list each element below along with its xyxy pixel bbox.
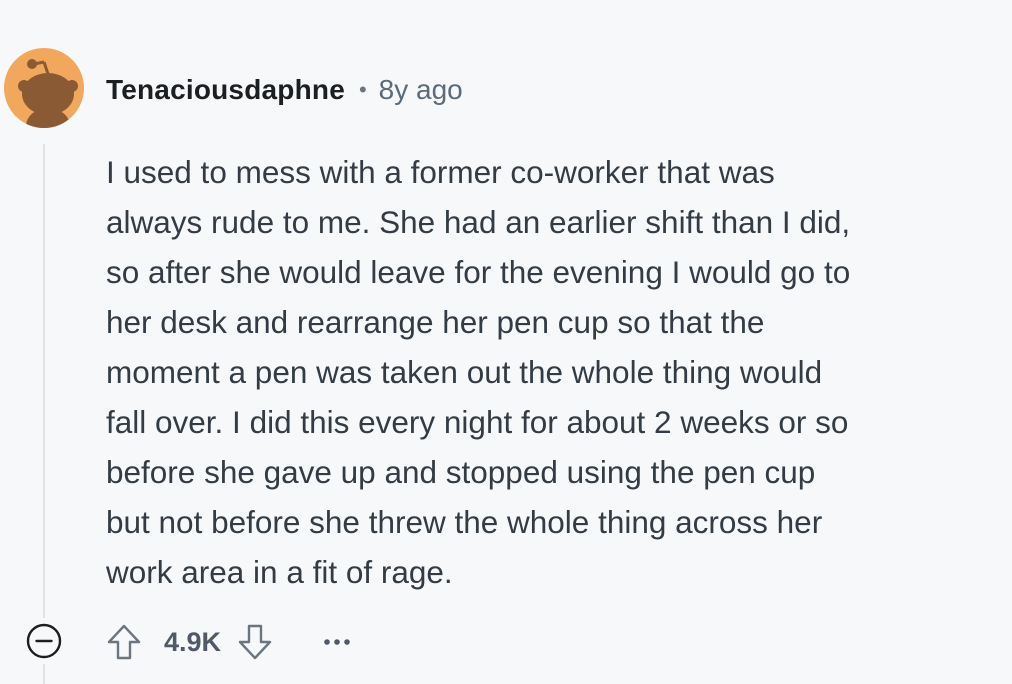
collapse-button[interactable]: [24, 621, 64, 661]
collapse-minus-icon: [26, 623, 62, 659]
timestamp[interactable]: 8y ago: [379, 74, 463, 106]
comment-body: I used to mess with a former co-worker t…: [106, 154, 851, 590]
comment: Tenaciousdaphne • 8y ago I used to mess …: [0, 0, 1012, 684]
vote-score: 4.9K: [164, 626, 222, 657]
comment-header: Tenaciousdaphne • 8y ago: [106, 70, 463, 110]
more-options-icon: [324, 639, 350, 645]
comment-actions: 4.9K: [104, 617, 357, 667]
meta-separator: •: [358, 77, 367, 102]
downvote-arrow-icon: [238, 624, 272, 660]
user-avatar[interactable]: [4, 48, 84, 128]
thread-line[interactable]: [43, 144, 45, 618]
upvote-arrow-icon: [107, 624, 141, 660]
snoo-avatar-icon: [4, 48, 84, 128]
downvote-button[interactable]: [235, 622, 275, 662]
upvote-button[interactable]: [104, 622, 144, 662]
thread-line-continuation[interactable]: [43, 664, 45, 684]
more-options-button[interactable]: [317, 622, 357, 662]
username-link[interactable]: Tenaciousdaphne: [106, 74, 345, 106]
